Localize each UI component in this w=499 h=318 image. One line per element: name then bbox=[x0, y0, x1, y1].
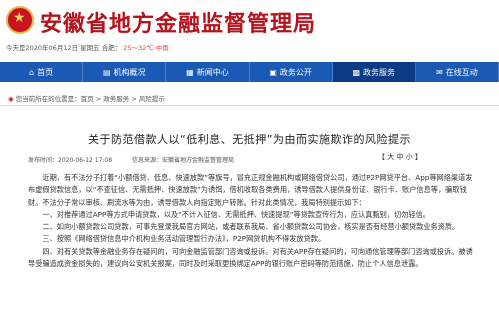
nav-item-news[interactable]: ▦ 新闻中心 bbox=[166, 62, 250, 82]
paragraph: 三、按照《网络借贷信息中介机构业务活动管理暂行办法》，P2P网贷机构不得发放贷款… bbox=[42, 234, 326, 244]
org-icon: ▤ bbox=[102, 67, 111, 77]
home-icon: ⌂ bbox=[29, 67, 35, 77]
interact-icon: ✉ bbox=[436, 67, 443, 77]
nav-item-label: 首页 bbox=[37, 67, 54, 77]
article-body: 近期，有不法分子打着“小额借贷、低息、快速放款”等旗号，冒充正规金融机构或网络借… bbox=[28, 172, 476, 270]
location-icon: ◉ bbox=[8, 95, 14, 103]
publish-date: 发布时间：2020-06-12 17:08 bbox=[28, 157, 113, 164]
main-nav: ⌂ 首页 ▤ 机构概况 ▦ 新闻中心 ▣ 政务公开 ▩ 政务服务 ✉ 在线互动 bbox=[0, 62, 499, 82]
nav-item-label: 政务公开 bbox=[279, 67, 312, 77]
breadcrumb-text[interactable]: 您当前所在的位置是：首页 > 政务服务 > 风险提示 bbox=[16, 95, 165, 103]
news-icon: ▦ bbox=[186, 67, 194, 77]
divider bbox=[0, 105, 499, 106]
paragraph: 四、对有关贷款等金融业务存在疑问的，可向金融监管部门咨询或投诉。对有关APP存在… bbox=[28, 246, 473, 269]
emblem-icon bbox=[6, 6, 34, 34]
date-weather-line: 今天是2020年06月12日 星期五 合肥： 25～32℃ 中雨 bbox=[6, 42, 169, 52]
nav-item-home[interactable]: ⌂ 首页 bbox=[0, 62, 84, 82]
breadcrumb: ◉ 您当前所在的位置是：首页 > 政务服务 > 风险提示 bbox=[8, 93, 165, 103]
article-title: 关于防范借款人以“低利息、无抵押”为由而实施欺诈的风险提示 bbox=[88, 133, 411, 146]
service-icon: ▩ bbox=[352, 67, 361, 77]
gov-icon: ▣ bbox=[269, 67, 277, 77]
nav-item-label: 政务服务 bbox=[363, 67, 396, 77]
info-source: 信息来源：安徽省地方金融监督管理局 bbox=[132, 157, 235, 164]
nav-item-label: 机构概况 bbox=[113, 67, 146, 77]
nav-item-gov[interactable]: ▣ 政务公开 bbox=[250, 62, 333, 82]
nav-item-label: 在线互动 bbox=[445, 67, 478, 77]
nav-item-service[interactable]: ▩ 政务服务 bbox=[332, 62, 416, 82]
nav-item-org[interactable]: ▤ 机构概况 bbox=[83, 62, 167, 82]
date-text: 今天是2020年06月12日 星期五 合肥： bbox=[6, 44, 122, 52]
font-size-switcher[interactable]: 【 大 中 小 】 bbox=[378, 152, 422, 162]
paragraph: 二、如向小额贷款公司贷款，可事先登录我局官方网站，或者联系我局、省小额贷款公司协… bbox=[42, 222, 460, 232]
nav-item-interact[interactable]: ✉ 在线互动 bbox=[416, 62, 499, 82]
paragraph: 近期，有不法分子打着“小额借贷、低息、快速放款”等旗号，冒充正规金融机构或网络借… bbox=[28, 173, 473, 207]
temperature-text: 25～32℃ 中雨 bbox=[123, 44, 169, 52]
site-header: 安徽省地方金融监督管理局 今天是2020年06月12日 星期五 合肥： 25～3… bbox=[0, 0, 499, 62]
paragraph: 一、对推荐通过APP等方式申请贷款，以及“不计入征信、无需抵押、快速提现”等贷款… bbox=[42, 209, 430, 219]
site-title[interactable]: 安徽省地方金融监督管理局 bbox=[40, 6, 316, 38]
nav-item-label: 新闻中心 bbox=[196, 67, 229, 77]
article-meta: 发布时间：2020-06-12 17:08 信息来源：安徽省地方金融监督管理局 bbox=[28, 155, 252, 164]
